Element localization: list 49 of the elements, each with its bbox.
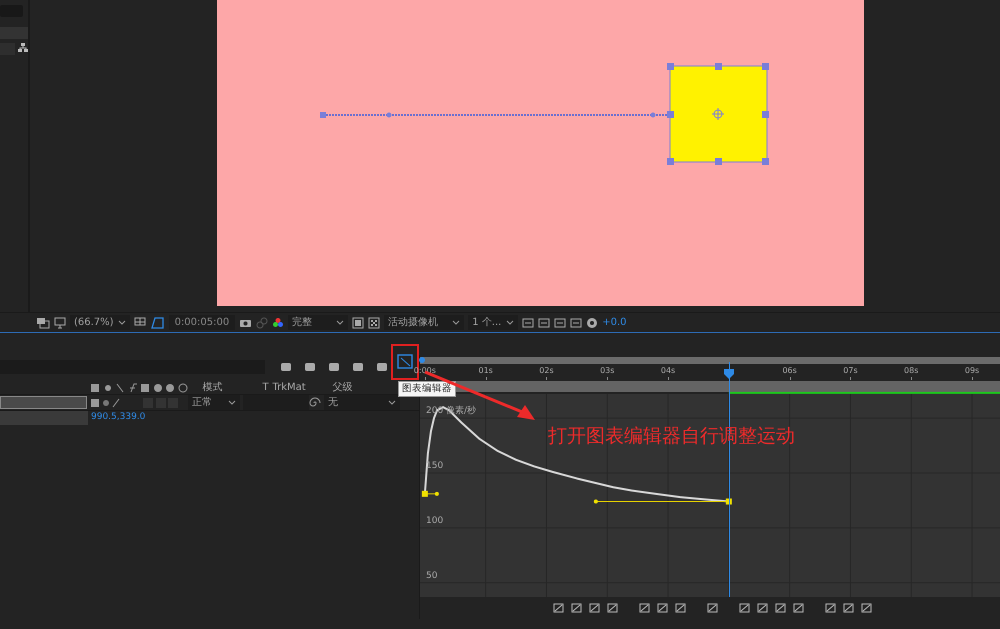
- ruler-label: 02s: [539, 365, 554, 377]
- axis-tick-label: 100: [426, 516, 444, 526]
- views-dropdown[interactable]: 1 个...: [468, 315, 518, 330]
- ruler-label: 07s: [843, 365, 858, 377]
- caret-icon: [388, 399, 396, 406]
- region-of-interest-icon[interactable]: [352, 316, 364, 328]
- caret-icon: [336, 319, 344, 326]
- caret-icon: [228, 399, 236, 406]
- ruler-label: 04s: [660, 365, 676, 377]
- quality-icon: [115, 382, 125, 392]
- parent-dropdown[interactable]: 无: [324, 395, 400, 410]
- caret-icon: [506, 319, 514, 326]
- layers-icon[interactable]: [36, 316, 50, 328]
- start-marker[interactable]: [419, 357, 425, 363]
- keyframe-handle[interactable]: [594, 498, 732, 505]
- transparency-grid-icon[interactable]: [368, 316, 380, 328]
- ruler-label: 06s: [782, 365, 797, 377]
- playhead-marker[interactable]: [724, 369, 734, 379]
- caret-icon: [452, 319, 460, 326]
- mask-icon[interactable]: [150, 316, 165, 330]
- property-value[interactable]: 990.5,339.0: [91, 410, 146, 424]
- resolution-dropdown[interactable]: 完整: [288, 315, 348, 330]
- column-header: 模式: [202, 380, 224, 395]
- color-channels-icon[interactable]: [272, 316, 284, 328]
- magnification-dropdown[interactable]: (66.7%): [70, 315, 130, 330]
- column-header: T: [262, 381, 270, 395]
- exposure-value[interactable]: +0.0: [602, 315, 627, 330]
- monitor-icon[interactable]: [54, 316, 66, 328]
- ruler-label: 01s: [478, 365, 493, 377]
- track-matte-dropdown[interactable]: [243, 395, 309, 410]
- effect-icon: [128, 382, 138, 392]
- panel-header: [0, 27, 28, 39]
- timecode-field[interactable]: 0:00:05:00: [168, 315, 236, 330]
- keyframe-handle[interactable]: [422, 490, 439, 497]
- mode-dropdown[interactable]: 正常: [188, 395, 240, 410]
- camera-dropdown[interactable]: 活动摄像机: [384, 315, 464, 330]
- axis-tick-label: 50: [426, 572, 438, 581]
- column-header: TrkMat: [272, 381, 307, 395]
- camera-icon[interactable]: [239, 317, 252, 328]
- column-header: 父级: [332, 381, 354, 395]
- layer-switches-icon[interactable]: [91, 398, 121, 408]
- pick-whip-icon[interactable]: [309, 396, 321, 408]
- ruler-label: 08s: [904, 365, 918, 377]
- ruler-label: 09s: [964, 365, 980, 377]
- layer-name-field[interactable]: [0, 396, 87, 409]
- exposure-icon[interactable]: [586, 316, 598, 328]
- network-icon[interactable]: [18, 43, 28, 52]
- caret-icon: [118, 319, 126, 326]
- ruler-label: 03s: [600, 365, 614, 377]
